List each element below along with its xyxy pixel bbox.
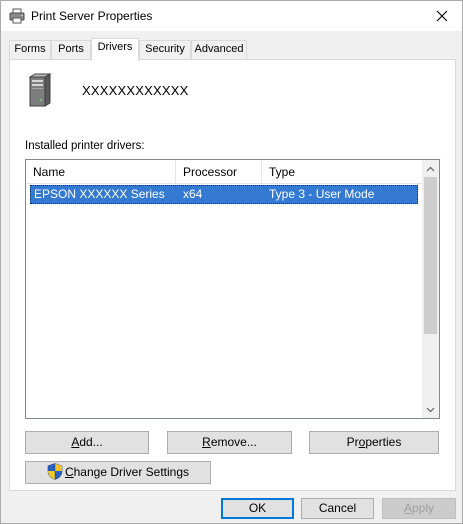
drivers-list[interactable]: Name Processor Type EPSON XXXXXX Series … [25,159,440,419]
window-title: Print Server Properties [31,9,153,23]
server-name: XXXXXXXXXXXX [82,83,189,98]
server-tower-icon [28,73,52,107]
uac-shield-icon [47,463,63,481]
close-icon [436,10,448,22]
print-server-properties-window: Print Server Properties Forms Ports Driv… [0,0,463,524]
scroll-up-button[interactable] [422,160,439,177]
cancel-button[interactable]: Cancel [301,498,374,519]
scroll-thumb[interactable] [424,177,437,334]
printer-icon [9,8,25,24]
column-header-name[interactable]: Name [26,160,176,184]
tab-ports[interactable]: Ports [51,40,91,59]
column-header-type[interactable]: Type [262,160,422,184]
add-button[interactable]: Add... [25,431,149,454]
ok-button[interactable]: OK [221,498,294,519]
vertical-scrollbar[interactable] [422,160,439,418]
chevron-down-icon [426,407,435,412]
tab-forms[interactable]: Forms [9,40,51,59]
close-button[interactable] [422,1,462,31]
tab-security[interactable]: Security [139,40,191,59]
apply-button[interactable]: Apply [382,498,456,519]
installed-drivers-label: Installed printer drivers: [25,140,145,152]
scroll-down-button[interactable] [422,401,439,418]
column-header-processor[interactable]: Processor [176,160,262,184]
chevron-up-icon [426,166,435,171]
driver-type: Type 3 - User Mode [269,187,375,201]
list-item[interactable]: EPSON XXXXXX Series x64 Type 3 - User Mo… [30,185,418,204]
driver-processor: x64 [183,187,203,201]
tab-strip: Forms Ports Drivers Security Advanced [9,38,457,61]
tab-advanced[interactable]: Advanced [191,40,247,59]
driver-name: EPSON XXXXXX Series [34,187,165,201]
title-bar[interactable]: Print Server Properties [1,1,462,31]
properties-button[interactable]: Properties [309,431,439,454]
remove-button[interactable]: Remove... [167,431,292,454]
drivers-tab-panel: XXXXXXXXXXXX Installed printer drivers: … [9,59,456,491]
tab-drivers[interactable]: Drivers [91,38,139,61]
list-header: Name Processor Type [26,160,422,184]
change-driver-settings-button[interactable]: Change Driver Settings [25,461,211,484]
